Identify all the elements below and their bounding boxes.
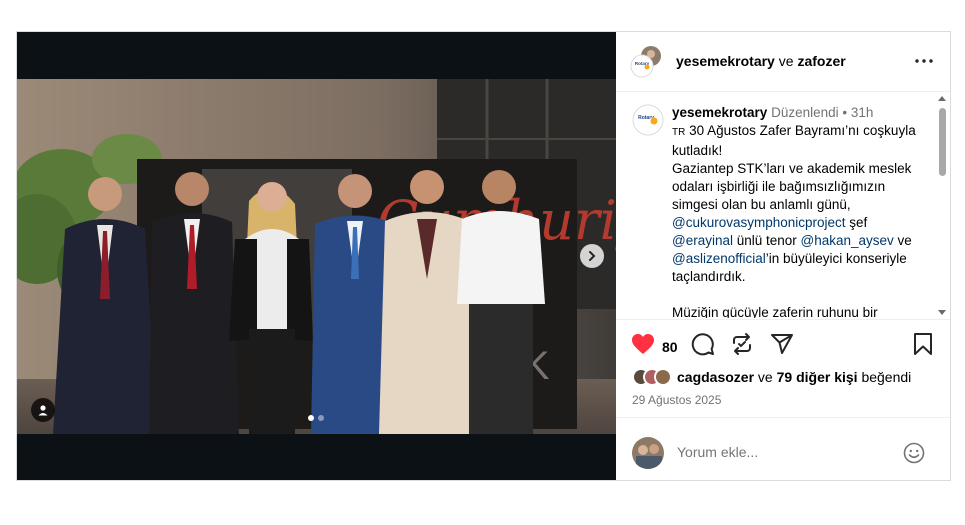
meta-separator: • [842,105,848,120]
scroll-thumb[interactable] [939,108,946,176]
scroll-down-arrow[interactable] [938,310,946,315]
chevron-right-icon [589,251,596,261]
repost-button[interactable] [729,331,755,357]
other-likers-link[interactable]: 79 diğer kişi [777,369,858,385]
media-letterbox-bottom [17,434,616,480]
tagged-users-button[interactable] [31,398,55,422]
carousel-dot-active [308,415,314,421]
caption-line: Müziğin gücüyle zaferin ruhunu bir [672,305,878,318]
current-user-avatar [632,437,664,469]
liked-by-text: cagdasozer ve 79 diğer kişi beğendi [677,369,911,385]
mention-link[interactable]: @aslizenofficial [672,251,766,266]
send-icon [771,334,793,354]
scroll-up-arrow[interactable] [938,96,946,101]
user-icon [38,405,48,416]
caption-fragment: şef [845,215,868,230]
caption-scrollbar[interactable] [936,94,948,320]
liked-by-connector: ve [754,369,777,385]
caption-fragment: ünlü tenor [732,233,801,248]
authors-conjunction: ve [774,53,798,69]
liker-avatar [654,368,672,386]
more-options-button[interactable] [913,50,935,72]
post-authors: yesemekrotary ve zafozer [676,53,846,69]
heart-icon [632,334,654,354]
collab-avatar[interactable]: Rotary [630,46,662,78]
mention-link[interactable]: @cukurovasymphonicproject [672,215,846,230]
media-letterbox-top [17,32,616,79]
post-age: 31h [850,105,874,120]
next-slide-button[interactable] [580,244,604,268]
post-card: Cumhuriyet ATÜRK [16,31,951,481]
comment-input[interactable] [677,444,877,460]
coauthor-link[interactable]: zafozer [797,53,845,69]
edited-label: Düzenlendi [771,105,839,120]
comment-icon [691,333,714,356]
caption-username[interactable]: yesemekrotary [672,105,767,120]
liked-by: cagdasozer ve 79 diğer kişi beğendi [632,366,911,388]
more-horizontal-icon [915,59,933,63]
bookmark-icon [914,333,932,355]
post-media: Cumhuriyet ATÜRK [17,32,616,480]
post-photo[interactable]: Cumhuriyet ATÜRK [17,79,616,434]
caption-text: yesemekrotary Düzenlendi • 31h TR 30 Ağu… [672,104,932,318]
comment-box [616,417,950,481]
author-link[interactable]: yesemekrotary [676,53,775,69]
action-bar: 80 [616,319,950,360]
send-button[interactable] [769,331,795,357]
carousel-dot [318,415,324,421]
caption-fragment: ve [893,233,912,248]
post-date[interactable]: 29 Ağustos 2025 [632,393,721,407]
carousel-indicator [308,415,324,421]
caption-line: 30 Ağustos Zafer Bayramı’nı coşkuyla kut… [672,123,916,158]
save-button[interactable] [910,331,936,357]
liked-by-suffix: beğendi [857,369,912,385]
emoji-icon[interactable] [903,442,925,464]
flag-emoji-tr: TR [672,127,686,138]
mention-link[interactable]: @erayinal [672,233,733,248]
caption-line: Gaziantep STK’ları ve akademik meslek od… [672,161,912,212]
mention-link[interactable]: @hakan_aysev [801,233,894,248]
like-count[interactable]: 80 [662,339,678,355]
caption-area: Rotary yesemekrotary Düzenlendi • 31h TR… [616,92,950,318]
share-icon [733,333,751,355]
post-side-panel: Rotary yesemekrotary ve zafozer Rotary y… [616,32,950,480]
like-button[interactable] [630,331,656,357]
post-header: Rotary yesemekrotary ve zafozer [616,32,950,92]
comment-button[interactable] [690,331,716,357]
liker-username[interactable]: cagdasozer [677,369,754,385]
caption-avatar[interactable]: Rotary [632,104,664,136]
